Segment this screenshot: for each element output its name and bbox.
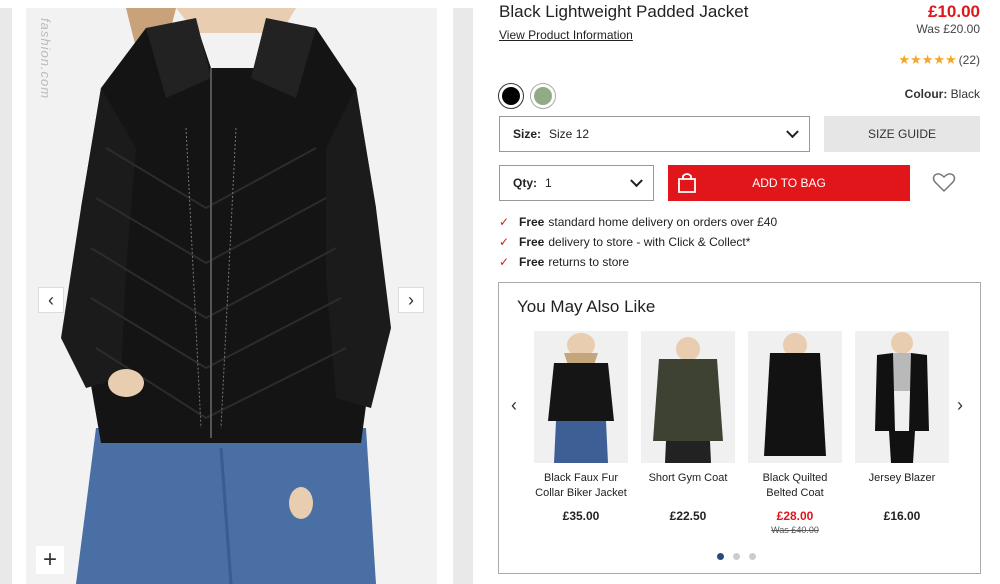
swatch-green-color	[534, 87, 552, 105]
size-guide-button[interactable]: SIZE GUIDE	[824, 116, 980, 152]
size-select[interactable]: Size: Size 12	[499, 116, 810, 152]
rec-item[interactable]: Black Quilted Belted Coat £28.00 Was £40…	[748, 331, 842, 535]
zoom-button[interactable]: +	[36, 546, 64, 574]
rec-item-image	[641, 331, 735, 463]
was-price: Was £20.00	[916, 22, 980, 36]
previous-image-sliver	[0, 8, 12, 584]
swatch-green[interactable]	[530, 83, 556, 109]
qty-value: 1	[545, 176, 552, 190]
size-label: Size:	[513, 127, 542, 141]
delivery-item: ✓ Free returns to store	[499, 252, 777, 272]
recommendations-panel: You May Also Like ‹ › Black Faux Fur Col…	[498, 282, 981, 574]
star-icon: ★	[910, 52, 922, 67]
rating[interactable]: ★★★★★ (22)	[898, 52, 980, 68]
rec-item-name: Short Gym Coat	[648, 472, 728, 484]
product-title: Black Lightweight Padded Jacket	[499, 2, 749, 21]
next-image-sliver	[453, 8, 473, 584]
delivery-text: standard home delivery on orders over £4…	[548, 215, 778, 229]
check-icon: ✓	[499, 215, 510, 229]
star-icon: ★	[921, 52, 934, 67]
colour-label: Colour:	[904, 87, 948, 101]
size-value: Size 12	[549, 127, 590, 141]
recommendations-heading: You May Also Like	[517, 297, 656, 316]
rec-item-price: £16.00	[883, 509, 921, 523]
rec-item-price: £35.00	[562, 509, 600, 523]
rec-item[interactable]: Black Faux Fur Collar Biker Jacket £35.0…	[534, 331, 628, 523]
rating-stars: ★★★★★	[898, 52, 956, 68]
check-icon: ✓	[499, 255, 510, 269]
chevron-left-icon[interactable]: ‹	[511, 395, 517, 416]
view-product-information-link[interactable]: View Product Information	[499, 28, 633, 42]
jacket-illustration	[26, 8, 437, 584]
rec-item-image	[534, 331, 628, 463]
delivery-text: delivery to store - with Click & Collect…	[548, 235, 751, 249]
star-icon: ★	[898, 52, 911, 67]
add-to-bag-button[interactable]: ADD TO BAG	[668, 165, 910, 201]
delivery-item: ✓ Free delivery to store - with Click & Co…	[499, 232, 777, 252]
delivery-bold: Free	[519, 235, 545, 249]
pagination-dot[interactable]	[733, 553, 740, 560]
pagination-dot[interactable]	[717, 553, 724, 560]
carousel-pagination	[717, 553, 756, 560]
qty-select[interactable]: Qty: 1	[499, 165, 654, 201]
colour-indicator: Colour: Black	[905, 87, 980, 101]
chevron-right-icon[interactable]: ›	[957, 395, 963, 416]
delivery-text: returns to store	[548, 255, 630, 269]
chevron-left-icon: ‹	[48, 289, 54, 310]
plus-icon: +	[42, 546, 57, 573]
rec-item-image	[855, 331, 949, 463]
chevron-down-icon	[786, 125, 799, 139]
product-price: £10.00	[928, 2, 980, 21]
product-gallery: fashion.com ‹ › +	[0, 0, 475, 584]
rating-count: (22)	[958, 53, 980, 67]
check-icon: ✓	[499, 235, 510, 249]
watermark: fashion.com	[38, 18, 53, 100]
shopping-bag-icon	[678, 173, 696, 193]
gallery-prev-button[interactable]: ‹	[38, 287, 64, 313]
rec-item-was-price: Was £40.00	[771, 525, 819, 535]
rec-item-price: £28.00	[776, 509, 814, 523]
qty-label: Qty:	[513, 176, 537, 190]
pagination-dot[interactable]	[749, 553, 756, 560]
rec-item-price: £22.50	[669, 509, 707, 523]
rec-item-image	[748, 331, 842, 463]
delivery-bold: Free	[519, 255, 545, 269]
star-icon: ★	[945, 52, 957, 67]
swatch-black[interactable]	[498, 83, 524, 109]
product-main-image: fashion.com	[26, 8, 437, 584]
add-to-bag-label: ADD TO BAG	[752, 176, 826, 190]
swatch-black-color	[502, 87, 520, 105]
rec-item-name: Black Quilted Belted Coat	[762, 472, 828, 499]
star-icon: ★	[933, 52, 945, 67]
delivery-item: ✓ Free standard home delivery on orders ov…	[499, 212, 777, 232]
gallery-next-button[interactable]: ›	[398, 287, 424, 313]
rec-item-name: Black Faux Fur Collar Biker Jacket	[535, 472, 627, 499]
chevron-right-icon: ›	[408, 289, 414, 310]
wishlist-heart-icon[interactable]	[932, 171, 956, 193]
rec-item-name: Jersey Blazer	[868, 472, 936, 484]
delivery-info-list: ✓ Free standard home delivery on orders ov…	[499, 212, 777, 272]
chevron-down-icon	[630, 174, 643, 188]
colour-value: Black	[950, 87, 980, 101]
delivery-bold: Free	[519, 215, 545, 229]
rec-item[interactable]: Short Gym Coat £22.50	[641, 331, 735, 523]
rec-item[interactable]: Jersey Blazer £16.00	[855, 331, 949, 523]
